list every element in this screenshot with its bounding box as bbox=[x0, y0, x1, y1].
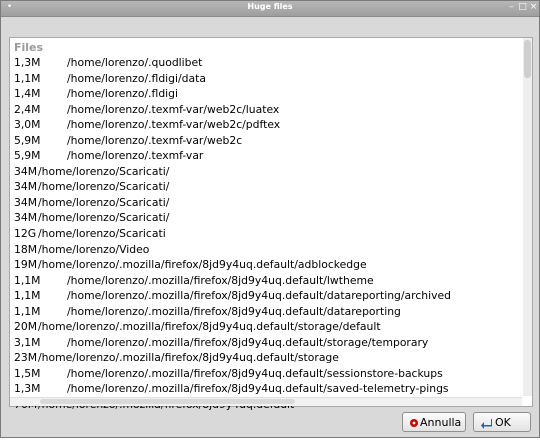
table-row[interactable]: 1,1M/home/lorenzo/.fldigi/data bbox=[10, 71, 522, 87]
file-path: /home/lorenzo/Scaricati/ bbox=[38, 180, 170, 194]
file-entry: 34M bbox=[14, 180, 38, 194]
table-row[interactable]: 1,1M/home/lorenzo/.mozilla/firefox/8jd9y… bbox=[10, 288, 522, 304]
table-row[interactable]: 1,3M/home/lorenzo/.quodlibet bbox=[10, 55, 522, 71]
cancel-button[interactable]: Annulla bbox=[402, 412, 466, 432]
file-entry: 12G bbox=[14, 227, 37, 241]
file-entry: 34M bbox=[14, 164, 38, 178]
file-size: 5,9M bbox=[14, 149, 41, 163]
file-path: /home/lorenzo/.texmf-var/web2c/luatex bbox=[67, 102, 280, 116]
maximize-button[interactable]: □ bbox=[518, 3, 527, 12]
file-entry: 34M bbox=[14, 195, 38, 209]
file-path: /home/lorenzo/.mozilla/firefox/8jd9y4uq.… bbox=[67, 304, 401, 318]
file-size: 1,1M bbox=[14, 304, 41, 318]
ok-button-label: OK bbox=[495, 416, 511, 429]
table-row[interactable]: 2,4M/home/lorenzo/.texmf-var/web2c/luate… bbox=[10, 102, 522, 118]
file-size: 1,1M bbox=[14, 273, 41, 287]
file-path: /home/lorenzo/Scaricati/ bbox=[38, 164, 170, 178]
file-size: 1,1M bbox=[14, 289, 41, 303]
dialog-window: • Huge files – □ × Files 1,3M/home/loren… bbox=[0, 0, 540, 438]
table-row[interactable]: 1,5M/home/lorenzo/.mozilla/firefox/8jd9y… bbox=[10, 366, 522, 382]
horizontal-scrollbar[interactable] bbox=[10, 397, 522, 406]
file-path: /home/lorenzo/.mozilla/firefox/8jd9y4uq.… bbox=[38, 351, 339, 365]
file-path: /home/lorenzo/Scaricati/ bbox=[38, 195, 170, 209]
ok-arrow-icon bbox=[480, 413, 492, 440]
file-size: 3,0M bbox=[14, 118, 41, 132]
file-path: /home/lorenzo/.mozilla/firefox/8jd9y4uq.… bbox=[38, 320, 381, 334]
file-path: /home/lorenzo/.mozilla/firefox/8jd9y4uq.… bbox=[67, 335, 429, 349]
file-path: /home/lorenzo/.mozilla/firefox/8jd9y4uq.… bbox=[67, 289, 452, 303]
file-size: 1,5M bbox=[14, 366, 41, 380]
file-entry: 18M bbox=[14, 242, 38, 256]
table-row[interactable]: 20M/home/lorenzo/.mozilla/firefox/8jd9y4… bbox=[10, 319, 522, 335]
vertical-scroll-thumb[interactable] bbox=[524, 40, 531, 78]
file-path: /home/lorenzo/.texmf-var/web2c bbox=[67, 133, 243, 147]
file-entry: 34M bbox=[14, 211, 38, 225]
file-path: /home/lorenzo/.quodlibet bbox=[67, 56, 203, 69]
table-row[interactable]: 3,0M/home/lorenzo/.texmf-var/web2c/pdfte… bbox=[10, 117, 522, 133]
cancel-button-label: Annulla bbox=[420, 416, 462, 429]
table-row[interactable]: 18M/home/lorenzo/Video bbox=[10, 242, 522, 258]
minimize-button[interactable]: – bbox=[507, 3, 516, 12]
table-row[interactable]: 1,1M/home/lorenzo/.mozilla/firefox/8jd9y… bbox=[10, 304, 522, 320]
file-path: /home/lorenzo/.mozilla/firefox/8jd9y4uq.… bbox=[67, 382, 449, 396]
stop-icon bbox=[409, 413, 419, 440]
file-path: /home/lorenzo/Scaricati bbox=[38, 227, 166, 241]
table-row[interactable]: 34M/home/lorenzo/Scaricati/ bbox=[10, 164, 522, 180]
file-size: 1,3M bbox=[14, 382, 41, 396]
table-row[interactable]: 34M/home/lorenzo/Scaricati/ bbox=[10, 179, 522, 195]
file-path: /home/lorenzo/.mozilla/firefox/8jd9y4uq.… bbox=[67, 273, 374, 287]
file-size: 1,4M bbox=[14, 87, 41, 101]
table-row[interactable]: 23M/home/lorenzo/.mozilla/firefox/8jd9y4… bbox=[10, 350, 522, 366]
table-row[interactable]: 1,3M/home/lorenzo/.mozilla/firefox/8jd9y… bbox=[10, 381, 522, 397]
file-path: /home/lorenzo/.mozilla/firefox/8jd9y4uq.… bbox=[38, 258, 367, 272]
files-list: 1,3M/home/lorenzo/.quodlibet 1,1M/home/lo… bbox=[10, 55, 522, 413]
file-size: 5,9M bbox=[14, 133, 41, 147]
title-bar[interactable]: • Huge files – □ × bbox=[1, 1, 539, 17]
file-size: 3,1M bbox=[14, 335, 41, 349]
table-row[interactable]: 1,4M/home/lorenzo/.fldigi bbox=[10, 86, 522, 102]
window-title: Huge files bbox=[247, 2, 293, 11]
column-header-files[interactable]: Files bbox=[14, 41, 43, 54]
file-path: /home/lorenzo/Scaricati/ bbox=[38, 211, 170, 225]
files-list-view[interactable]: Files 1,3M/home/lorenzo/.quodlibet 1,1M/h… bbox=[9, 37, 533, 411]
vertical-scrollbar[interactable] bbox=[523, 38, 532, 396]
table-row[interactable]: 12G/home/lorenzo/Scaricati bbox=[10, 226, 522, 242]
table-row[interactable]: 34M/home/lorenzo/Scaricati/ bbox=[10, 195, 522, 211]
file-path: /home/lorenzo/.fldigi bbox=[67, 87, 179, 101]
file-path: /home/lorenzo/.fldigi/data bbox=[67, 71, 206, 85]
table-row[interactable]: 5,9M/home/lorenzo/.texmf-var bbox=[10, 148, 522, 164]
table-row[interactable]: 5,9M/home/lorenzo/.texmf-var/web2c bbox=[10, 133, 522, 149]
file-size: 2,4M bbox=[14, 102, 41, 116]
file-path: /home/lorenzo/.texmf-var/web2c/pdftex bbox=[67, 118, 281, 132]
horizontal-scroll-thumb[interactable] bbox=[40, 399, 295, 404]
close-button[interactable]: × bbox=[529, 3, 538, 12]
ok-button[interactable]: OK bbox=[473, 412, 531, 432]
table-row[interactable]: 1,1M/home/lorenzo/.mozilla/firefox/8jd9y… bbox=[10, 273, 522, 289]
file-path: /home/lorenzo/.texmf-var bbox=[67, 149, 204, 163]
file-entry: 20M bbox=[14, 320, 38, 334]
table-row[interactable]: 3,1M/home/lorenzo/.mozilla/firefox/8jd9y… bbox=[10, 335, 522, 351]
file-size: 1,1M bbox=[14, 71, 41, 85]
table-row[interactable]: 19M/home/lorenzo/.mozilla/firefox/8jd9y4… bbox=[10, 257, 522, 273]
file-entry: 23M bbox=[14, 351, 38, 365]
table-row[interactable]: 34M/home/lorenzo/Scaricati/ bbox=[10, 210, 522, 226]
file-path: /home/lorenzo/Video bbox=[38, 242, 150, 256]
file-entry: 19M bbox=[14, 258, 38, 272]
file-size: 1,3M bbox=[14, 56, 41, 69]
file-path: /home/lorenzo/.mozilla/firefox/8jd9y4uq.… bbox=[67, 366, 443, 380]
